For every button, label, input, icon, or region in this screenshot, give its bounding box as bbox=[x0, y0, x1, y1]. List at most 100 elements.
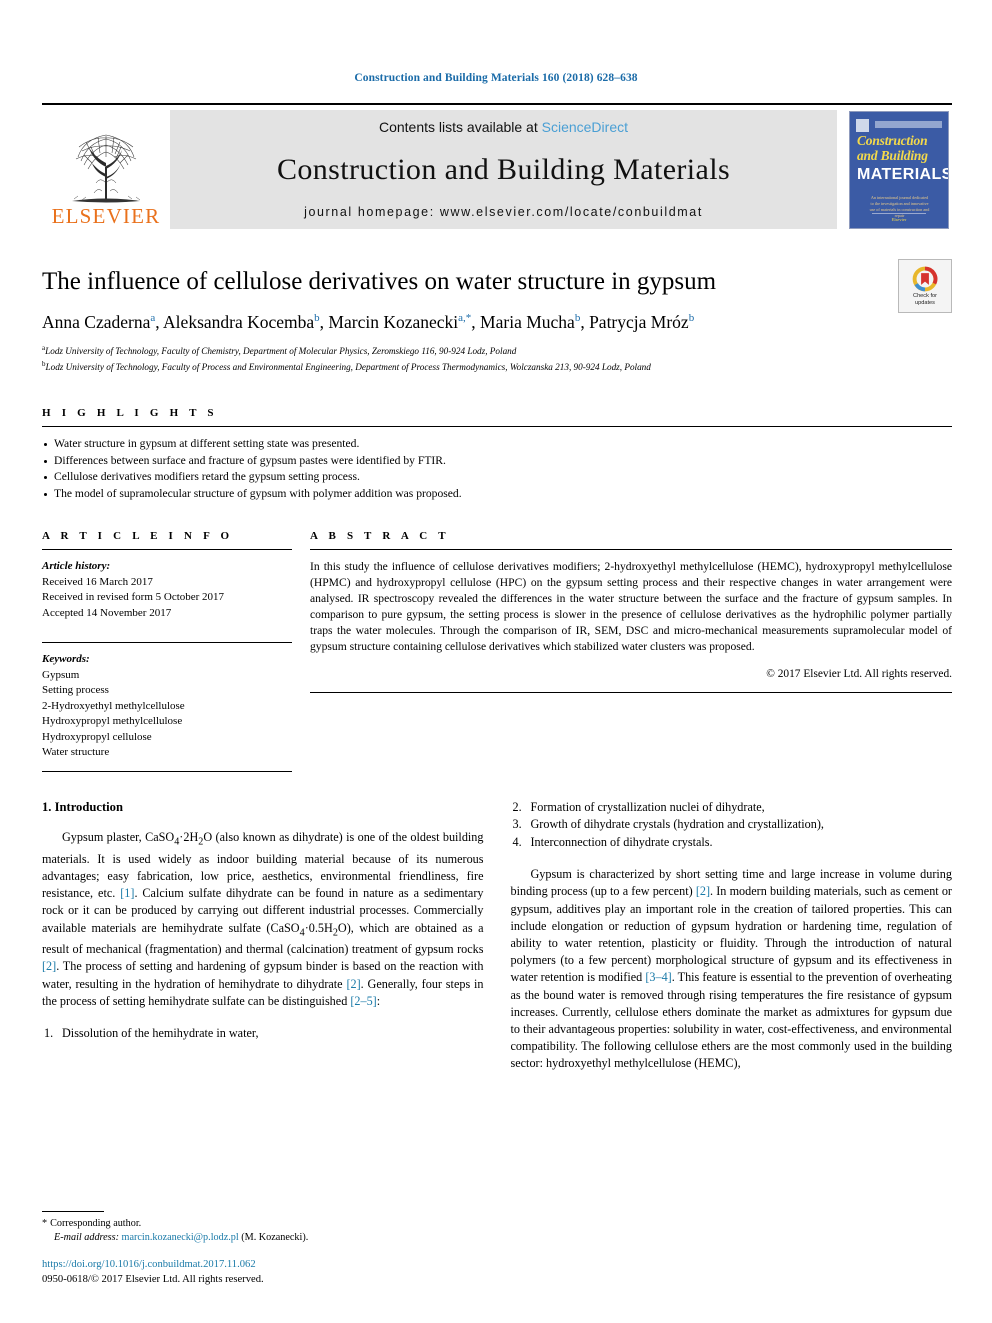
highlights-label: H I G H L I G H T S bbox=[42, 407, 218, 420]
citation-link[interactable]: [2] bbox=[42, 959, 56, 973]
page-title: The influence of cellulose derivatives o… bbox=[42, 268, 717, 295]
cover-line-3: MATERIALS bbox=[857, 165, 949, 183]
crossmark-icon bbox=[912, 266, 938, 292]
author-item[interactable]: Marcin Kozaneckia,* bbox=[328, 312, 471, 332]
doi-link[interactable]: https://doi.org/10.1016/j.conbuildmat.20… bbox=[42, 1258, 482, 1273]
article-history-label: Article history: bbox=[42, 560, 111, 573]
list-text: Interconnection of dihydrate crystals. bbox=[530, 834, 713, 849]
author-name: Anna Czaderna bbox=[42, 311, 151, 332]
elsevier-logo: ELSEVIER bbox=[42, 110, 170, 229]
sciencedirect-link[interactable]: ScienceDirect bbox=[542, 119, 628, 135]
body-columns: 1. Introduction Gypsum plaster, CaSO4·2H… bbox=[42, 799, 952, 1073]
keywords-divider-top bbox=[42, 642, 292, 644]
cover-line-1: Construction bbox=[857, 132, 928, 148]
setting-steps-list-left: 1. Dissolution of the hemihydrate in wate… bbox=[42, 1025, 484, 1042]
author-item[interactable]: Anna Czadernaa bbox=[42, 312, 155, 332]
title-block: The influence of cellulose derivatives o… bbox=[42, 259, 952, 374]
crossmark-label: Check for updates bbox=[913, 293, 937, 306]
elsevier-wordmark: ELSEVIER bbox=[51, 204, 161, 228]
article-info-divider bbox=[42, 549, 292, 551]
cover-footer: Elsevier bbox=[850, 212, 948, 222]
article-info-label: A R T I C L E I N F O bbox=[42, 530, 234, 543]
corresponding-label: Corresponding author. bbox=[50, 1218, 142, 1229]
affiliations: aLodz University of Technology, Faculty … bbox=[42, 342, 952, 374]
cover-image: Construction and Building MATERIALS An i… bbox=[849, 110, 949, 229]
list-item: Differences between surface and fracture… bbox=[42, 453, 952, 470]
email-link[interactable]: marcin.kozanecki@p.lodz.pl bbox=[122, 1232, 239, 1243]
text-seg: . This feature is essential to the preve… bbox=[510, 970, 953, 1071]
list-item: 1. Dissolution of the hemihydrate in wate… bbox=[42, 1025, 484, 1042]
article-history-item: Received in revised form 5 October 2017 bbox=[42, 591, 225, 604]
keyword-item: Hydroxypropyl methylcellulose bbox=[42, 715, 183, 728]
list-number: 4. bbox=[512, 834, 522, 849]
contents-prefix: Contents lists available at bbox=[378, 119, 542, 135]
highlights-divider bbox=[42, 426, 952, 428]
author-affil-mark: a bbox=[150, 311, 156, 324]
citation-link[interactable]: [2] bbox=[346, 977, 360, 991]
affiliation-text: Lodz University of Technology, Faculty o… bbox=[45, 362, 651, 373]
contents-available-line: Contents lists available at ScienceDirec… bbox=[379, 119, 628, 135]
keywords-body: Keywords: Gypsum Setting process 2-Hydro… bbox=[42, 652, 292, 761]
abstract-bottom-divider bbox=[310, 692, 952, 694]
article-history-item: Received 16 March 2017 bbox=[42, 575, 153, 588]
highlights-list: Water structure in gypsum at different s… bbox=[42, 436, 952, 502]
list-text: Growth of dihydrate crystals (hydration … bbox=[530, 817, 824, 832]
keyword-item: Setting process bbox=[42, 684, 109, 697]
paper-page: Construction and Building Materials 160 … bbox=[0, 0, 992, 1323]
list-item: 4. Interconnection of dihydrate crystals. bbox=[511, 834, 953, 851]
abstract-section: A B S T R A C T In this study the influe… bbox=[310, 530, 952, 772]
masthead-center: Contents lists available at ScienceDirec… bbox=[170, 110, 837, 229]
cover-line-2: and Building bbox=[857, 147, 928, 163]
list-item: 3. Growth of dihydrate crystals (hydratio… bbox=[511, 816, 953, 833]
citation-link[interactable]: [2–5] bbox=[350, 994, 376, 1008]
corresponding-line: * Corresponding author. bbox=[42, 1217, 482, 1231]
section-heading: 1. Introduction bbox=[42, 799, 123, 814]
affiliation-item: aLodz University of Technology, Faculty … bbox=[42, 342, 952, 358]
abstract-divider bbox=[310, 549, 952, 551]
keywords-label: Keywords: bbox=[42, 653, 90, 666]
list-item: The model of supramolecular structure of… bbox=[42, 486, 952, 503]
author-item[interactable]: Aleksandra Kocembab bbox=[163, 312, 320, 332]
issn-copyright: 0950-0618/© 2017 Elsevier Ltd. All right… bbox=[42, 1273, 264, 1285]
text-seg: : bbox=[376, 993, 381, 1008]
abstract-label: A B S T R A C T bbox=[310, 530, 450, 543]
info-abstract-row: A R T I C L E I N F O Article history: R… bbox=[42, 530, 952, 772]
author-affil-mark: b bbox=[688, 311, 695, 324]
article-history: Article history: Received 16 March 2017 … bbox=[42, 559, 292, 621]
copyright-line: © 2017 Elsevier Ltd. All rights reserved… bbox=[766, 668, 952, 681]
affiliation-text: Lodz University of Technology, Faculty o… bbox=[45, 346, 517, 357]
keyword-item: Water structure bbox=[42, 746, 110, 759]
journal-cover-thumbnail[interactable]: Construction and Building MATERIALS An i… bbox=[846, 110, 952, 229]
author-item[interactable]: Maria Muchab bbox=[480, 312, 580, 332]
author-name: Patrycja Mróz bbox=[589, 311, 689, 332]
citation-link[interactable]: [2] bbox=[696, 884, 710, 898]
text-seg: ·2H bbox=[179, 830, 199, 845]
list-text: Formation of crystallization nuclei of d… bbox=[530, 799, 765, 814]
keyword-item: 2-Hydroxyethyl methylcellulose bbox=[42, 699, 185, 712]
cover-footer-rule bbox=[872, 212, 926, 214]
citation-link[interactable]: [1] bbox=[120, 886, 134, 900]
list-number: 2. bbox=[512, 799, 522, 814]
email-line: E-mail address: marcin.kozanecki@p.lodz.… bbox=[42, 1231, 482, 1245]
highlights-section: H I G H L I G H T S Water structure in g… bbox=[42, 407, 952, 502]
author-affil-mark: a,* bbox=[458, 311, 472, 324]
email-label: E-mail address: bbox=[54, 1232, 119, 1243]
cover-elsevier-mark-icon bbox=[856, 118, 869, 132]
list-item: 2. Formation of crystallization nuclei of… bbox=[511, 799, 953, 816]
email-suffix: (M. Kozanecki). bbox=[241, 1232, 309, 1243]
journal-homepage[interactable]: journal homepage: www.elsevier.com/locat… bbox=[304, 205, 703, 219]
author-item[interactable]: Patrycja Mrózb bbox=[589, 312, 694, 332]
author-name: Aleksandra Kocemba bbox=[163, 311, 315, 332]
footnote-rule bbox=[42, 1211, 104, 1212]
corresponding-author-note: * Corresponding author. E-mail address: m… bbox=[42, 1217, 482, 1245]
doi-block: https://doi.org/10.1016/j.conbuildmat.20… bbox=[42, 1258, 482, 1287]
journal-title: Construction and Building Materials bbox=[276, 153, 731, 186]
author-affil-mark: b bbox=[574, 311, 581, 324]
list-number: 3. bbox=[512, 817, 522, 832]
asterisk-icon: * bbox=[42, 1218, 48, 1229]
crossmark-badge[interactable]: Check for updates bbox=[898, 259, 952, 313]
keywords-divider-bottom bbox=[42, 770, 292, 772]
page-footer: * Corresponding author. E-mail address: m… bbox=[42, 1211, 482, 1287]
citation-link[interactable]: [3–4] bbox=[645, 970, 671, 984]
cover-top-bar bbox=[875, 120, 942, 128]
